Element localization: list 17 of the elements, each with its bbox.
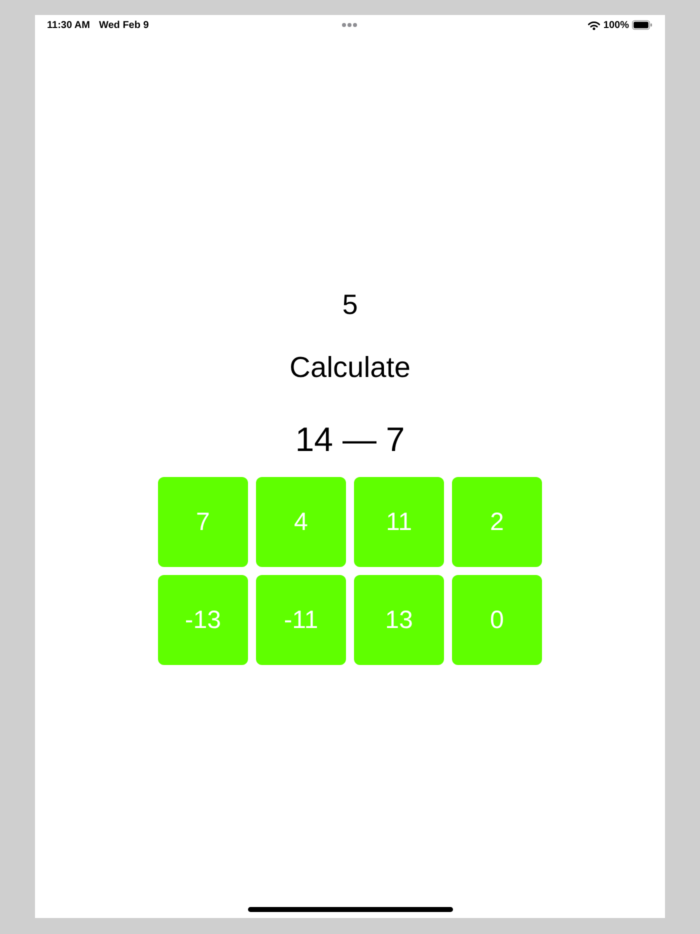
battery-percent-text: 100% bbox=[603, 20, 629, 30]
title-text: Calculate bbox=[290, 351, 410, 386]
wifi-icon bbox=[588, 20, 600, 30]
answer-button[interactable]: 2 bbox=[452, 477, 542, 567]
answer-button[interactable]: 4 bbox=[256, 477, 346, 567]
answer-button[interactable]: -13 bbox=[158, 575, 248, 665]
answer-button[interactable]: -11 bbox=[256, 575, 346, 665]
more-dots-icon[interactable] bbox=[342, 23, 357, 27]
answer-button[interactable]: 0 bbox=[452, 575, 542, 665]
problem-text: 14 — 7 bbox=[295, 420, 405, 461]
answer-button[interactable]: 13 bbox=[354, 575, 444, 665]
time-text: 11:30 AM bbox=[47, 20, 90, 30]
date-text: Wed Feb 9 bbox=[98, 20, 149, 30]
score-text: 5 bbox=[342, 288, 358, 322]
answer-button[interactable]: 11 bbox=[354, 477, 444, 567]
answer-button[interactable]: 7 bbox=[158, 477, 248, 567]
battery-icon bbox=[632, 20, 652, 30]
